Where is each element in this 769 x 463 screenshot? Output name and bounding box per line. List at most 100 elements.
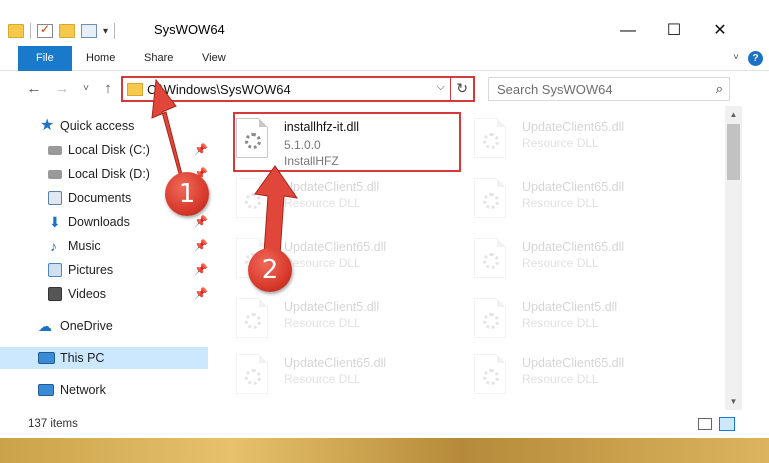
up-button[interactable]: ↑ (98, 78, 118, 100)
music-icon: ♪ (50, 238, 57, 254)
folder-icon (8, 24, 24, 38)
ribbon: File Home Share View ˅ ? (0, 46, 769, 71)
new-folder-icon[interactable] (59, 24, 75, 38)
sidebar-item-label: Local Disk (C:) (68, 143, 150, 157)
step-2-badge: 2 (248, 248, 292, 292)
sidebar-item-local-disk-c[interactable]: Local Disk (C:) 📌 (0, 139, 208, 161)
file-tile[interactable]: UpdateClient5.dll Resource DLL (462, 292, 692, 348)
file-name: UpdateClient5.dll (284, 180, 380, 194)
sidebar-item-label: Downloads (68, 215, 130, 229)
address-divider (450, 78, 451, 100)
sidebar-item-label: Pictures (68, 263, 114, 277)
file-tile[interactable]: UpdateClient65.dll Resource DLL (224, 348, 454, 404)
explorer-window: ▾ SysWOW64 — ☐ ✕ File Home Share View ˅ … (0, 0, 769, 438)
pin-icon[interactable]: 📌 (194, 259, 208, 281)
file-description: Resource DLL (284, 316, 361, 330)
scroll-up-icon[interactable]: ▲ (725, 106, 742, 123)
tab-file[interactable]: File (18, 46, 72, 71)
sidebar-item-label: Music (68, 239, 101, 253)
file-tile[interactable]: UpdateClient65.dll Resource DLL (462, 232, 692, 288)
tab-share[interactable]: Share (132, 46, 185, 71)
desktop-background (0, 438, 769, 463)
properties-check-icon[interactable] (37, 22, 53, 38)
pin-icon[interactable]: 📌 (194, 235, 208, 257)
star-icon: ★ (40, 117, 55, 134)
customize-toolbar-chevron-icon[interactable]: ▾ (103, 26, 108, 37)
sidebar-item-label: Quick access (60, 119, 135, 133)
highlight-box (233, 112, 461, 172)
details-view-icon[interactable] (698, 418, 712, 430)
file-tile[interactable]: UpdateClient65.dll Resource DLL (462, 172, 692, 228)
tiles-view-icon[interactable] (719, 417, 735, 431)
address-path[interactable]: C:\Windows\SysWOW64 (147, 82, 291, 97)
dll-file-icon (236, 178, 268, 218)
file-name: UpdateClient65.dll (284, 356, 387, 370)
close-button[interactable]: ✕ (697, 18, 743, 44)
pin-icon[interactable]: 📌 (194, 139, 208, 161)
file-tile[interactable]: UpdateClient5.dll Resource DLL (224, 172, 454, 228)
file-tile[interactable]: UpdateClient5.dll Resource DLL (224, 292, 454, 348)
refresh-icon[interactable]: ↻ (456, 80, 468, 97)
sidebar-item-label: Local Disk (D:) (68, 167, 150, 181)
pc-icon (38, 352, 55, 364)
sidebar-item-label: This PC (60, 351, 105, 365)
expand-ribbon-chevron-icon[interactable]: ˅ (733, 52, 739, 63)
file-name: UpdateClient5.dll (284, 300, 380, 314)
dll-file-icon (474, 118, 506, 158)
sidebar-item-label: Videos (68, 287, 106, 301)
address-dropdown-icon[interactable]: ⌵ (437, 81, 445, 94)
help-icon[interactable]: ? (748, 51, 763, 66)
search-icon[interactable]: ⌕ (716, 81, 723, 97)
item-count: 137 items (28, 418, 78, 430)
file-tile[interactable]: UpdateClient65.dll Resource DLL (462, 348, 692, 404)
gear-icon (483, 193, 499, 209)
dll-file-icon (236, 298, 268, 338)
dll-file-icon (474, 178, 506, 218)
dll-file-icon (474, 298, 506, 338)
gear-icon (483, 253, 499, 269)
file-name: UpdateClient65.dll (522, 240, 625, 254)
tab-view[interactable]: View (190, 46, 238, 71)
properties-icon[interactable] (81, 24, 97, 38)
forward-button[interactable]: → (52, 78, 72, 100)
file-description: Resource DLL (284, 256, 361, 270)
sidebar-item-quick-access[interactable]: ★ Quick access (0, 115, 208, 137)
file-name: UpdateClient65.dll (522, 180, 625, 194)
pictures-icon (48, 263, 62, 277)
vertical-scrollbar[interactable]: ▲ ▼ (725, 106, 742, 410)
sidebar-item-label: Documents (68, 191, 132, 205)
back-button[interactable]: ← (24, 78, 44, 100)
file-tile[interactable]: UpdateClient65.dll Resource DLL (462, 112, 692, 168)
file-name: UpdateClient65.dll (522, 356, 625, 370)
recent-locations-button[interactable]: ˅ (76, 78, 96, 100)
sidebar-item-pictures[interactable]: Pictures 📌 (0, 259, 208, 281)
downloads-icon: ⬇ (49, 214, 61, 230)
sidebar-item-network[interactable]: Network (0, 379, 208, 401)
gear-icon (245, 369, 261, 385)
search-placeholder: Search SysWOW64 (497, 82, 613, 97)
dll-file-icon (474, 238, 506, 278)
sidebar-item-downloads[interactable]: ⬇ Downloads 📌 (0, 211, 208, 233)
gear-icon (483, 369, 499, 385)
sidebar-item-music[interactable]: ♪ Music 📌 (0, 235, 208, 257)
step-1-badge: 1 (165, 172, 209, 216)
quick-access-toolbar: ▾ (8, 20, 116, 42)
search-input[interactable]: Search SysWOW64 ⌕ (488, 77, 730, 101)
sidebar-item-onedrive[interactable]: ☁ OneDrive (0, 315, 208, 337)
sidebar-item-label: OneDrive (60, 319, 113, 333)
sidebar-item-videos[interactable]: Videos 📌 (0, 283, 208, 305)
scroll-thumb[interactable] (727, 124, 740, 180)
toolbar-divider (114, 23, 116, 39)
minimize-button[interactable]: — (605, 18, 651, 44)
scroll-down-icon[interactable]: ▼ (725, 393, 742, 410)
network-icon (38, 384, 54, 396)
maximize-button[interactable]: ☐ (651, 18, 697, 44)
toolbar-divider (30, 23, 31, 39)
tab-home[interactable]: Home (74, 46, 127, 71)
pin-icon[interactable]: 📌 (194, 211, 208, 233)
address-bar[interactable]: C:\Windows\SysWOW64 ⌵ ↻ (121, 76, 475, 102)
sidebar-item-this-pc[interactable]: This PC (0, 347, 208, 369)
file-description: Resource DLL (522, 372, 599, 386)
navigation-bar: ← → ˅ ↑ C:\Windows\SysWOW64 ⌵ ↻ Search S… (0, 74, 769, 104)
pin-icon[interactable]: 📌 (194, 283, 208, 305)
